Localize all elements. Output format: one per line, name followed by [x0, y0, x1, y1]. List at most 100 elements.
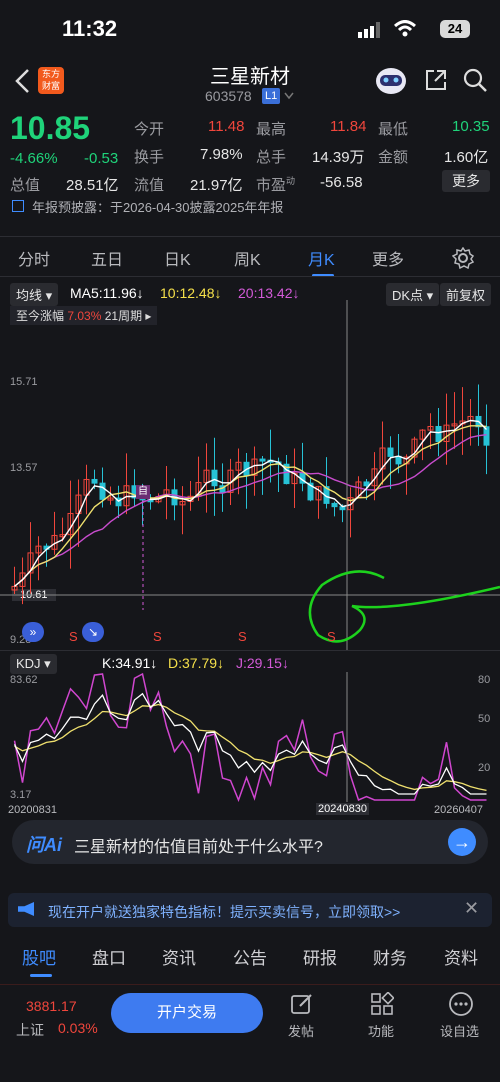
sell-signal[interactable]: S	[153, 629, 162, 644]
pe-label: 市盈动	[256, 176, 296, 194]
mktcap-label: 总值	[10, 177, 41, 194]
promo-text: 现在开户就送独家特色指标！提示买卖信号，立即领取>>	[48, 904, 401, 920]
volume-label: 总手	[256, 149, 287, 166]
kline-chart[interactable]	[0, 300, 500, 650]
ai-brand: 问Ai	[26, 835, 62, 855]
share-icon[interactable]	[424, 68, 448, 92]
index-value: 3881.17	[26, 998, 77, 1014]
add-watchlist-label[interactable]: 设自选	[440, 1021, 479, 1040]
candle	[211, 469, 218, 487]
hand-drawn-annotation	[308, 570, 500, 643]
amount-value: 1.60亿	[444, 149, 489, 166]
tab-guba[interactable]: 股吧	[22, 944, 56, 969]
candle	[91, 478, 98, 484]
change-percent: -4.66%	[10, 150, 58, 167]
more-dots-icon[interactable]	[448, 991, 474, 1017]
tab-five-day[interactable]: 五日	[91, 246, 123, 270]
sell-signal[interactable]: S	[69, 629, 78, 644]
tab-profile[interactable]: 资料	[444, 944, 478, 969]
candle	[363, 481, 370, 487]
tab-intraday[interactable]: 分时	[18, 246, 50, 270]
candle	[259, 458, 266, 462]
ai-question-bar[interactable]: 问Ai 三星新材的估值目前处于什么水平? →	[12, 820, 488, 864]
chevron-down-icon[interactable]	[284, 92, 294, 100]
grid-function-icon[interactable]	[370, 992, 394, 1016]
sell-signal[interactable]: S	[327, 629, 336, 644]
kdj-chart[interactable]	[0, 672, 500, 802]
period-tabs: 分时 五日 日K 周K 月K 更多	[0, 246, 500, 277]
close-icon[interactable]: ✕	[464, 898, 479, 919]
mktcap-value: 28.51亿	[66, 177, 119, 194]
divider	[0, 650, 500, 651]
candle	[483, 426, 490, 446]
collapse-arrows-icon[interactable]: »	[22, 622, 44, 642]
tab-finance[interactable]: 财务	[373, 944, 407, 969]
kdj-k-value: K:34.91↓	[102, 655, 158, 671]
high-value: 11.84	[330, 118, 367, 135]
wifi-icon	[393, 20, 417, 37]
tab-news[interactable]: 资讯	[162, 944, 196, 969]
tab-daily-k[interactable]: 日K	[164, 246, 191, 270]
kdj-j-value: J:29.15↓	[236, 655, 289, 671]
event-marker[interactable]: 自	[136, 485, 150, 499]
promo-banner[interactable]: 现在开户就送独家特色指标！提示买卖信号，立即领取>> ✕	[8, 893, 492, 927]
function-label[interactable]: 功能	[368, 1021, 394, 1040]
sell-signal[interactable]: S	[238, 629, 247, 644]
change-amount: -0.53	[84, 150, 119, 167]
turnover-label: 换手	[134, 149, 165, 166]
status-bar: 11:32 24	[0, 0, 500, 58]
notice-banner[interactable]: 年报预披露：于2026-04-30披露2025年年报	[12, 198, 492, 214]
date-start: 20200831	[8, 804, 57, 816]
last-price: 10.85	[10, 110, 91, 146]
high-label: 最高	[256, 121, 287, 138]
post-label[interactable]: 发帖	[288, 1021, 314, 1040]
arrow-right-icon[interactable]: →	[448, 828, 476, 856]
divider	[0, 984, 500, 985]
stock-code: 603578	[205, 88, 252, 104]
open-account-button[interactable]: 开户交易	[111, 993, 263, 1033]
kdj-d-value: D:37.79↓	[168, 655, 225, 671]
candle	[387, 447, 394, 457]
tab-more[interactable]: 更多	[372, 246, 404, 270]
bottom-tabs: 股吧 盘口 资讯 公告 研报 财务 资料	[0, 944, 500, 977]
robot-assistant-icon[interactable]	[374, 64, 408, 96]
divider	[0, 276, 500, 277]
buy-signal-icon[interactable]: ↘	[82, 622, 104, 642]
ma10-value: 10:12.48↓	[160, 285, 222, 301]
edit-post-icon[interactable]	[290, 992, 314, 1016]
index-name: 上证	[16, 1022, 44, 1038]
divider	[0, 236, 500, 237]
calendar-icon	[12, 200, 24, 212]
more-button[interactable]: 更多	[442, 170, 490, 192]
kdj-selector[interactable]: KDJ ▾	[10, 654, 57, 674]
level-badge[interactable]: L1	[262, 88, 281, 104]
low-label: 最低	[378, 121, 409, 138]
notice-text: 年报预披露：于2026-04-30披露2025年年报	[32, 199, 284, 215]
search-icon[interactable]	[462, 67, 488, 93]
turnover-value: 7.98%	[200, 146, 243, 163]
tab-monthly-k[interactable]: 月K	[308, 246, 335, 270]
open-label: 今开	[134, 121, 165, 138]
date-end: 20260407	[434, 804, 483, 816]
clock: 11:32	[62, 16, 118, 41]
tab-announcements[interactable]: 公告	[233, 944, 267, 969]
ma20-value: 20:13.42↓	[238, 285, 300, 301]
pe-value: -56.58	[320, 174, 363, 191]
date-cursor: 20240830	[316, 803, 369, 815]
active-tab-indicator	[30, 974, 52, 977]
signal-icon	[358, 22, 380, 38]
megaphone-icon	[18, 902, 34, 916]
tab-pankou[interactable]: 盘口	[92, 944, 126, 969]
settings-gear-icon[interactable]	[452, 247, 474, 269]
float-label: 流值	[134, 177, 165, 194]
amount-label: 金额	[378, 149, 409, 166]
tab-weekly-k[interactable]: 周K	[234, 246, 261, 270]
low-value: 10.35	[452, 118, 490, 135]
battery-indicator: 24	[440, 20, 470, 38]
candle	[99, 482, 106, 500]
ma5-value: MA5:11.96↓	[70, 285, 144, 301]
float-value: 21.97亿	[190, 177, 243, 194]
candle	[331, 502, 338, 508]
open-value: 11.48	[208, 118, 245, 135]
tab-research[interactable]: 研报	[303, 944, 337, 969]
